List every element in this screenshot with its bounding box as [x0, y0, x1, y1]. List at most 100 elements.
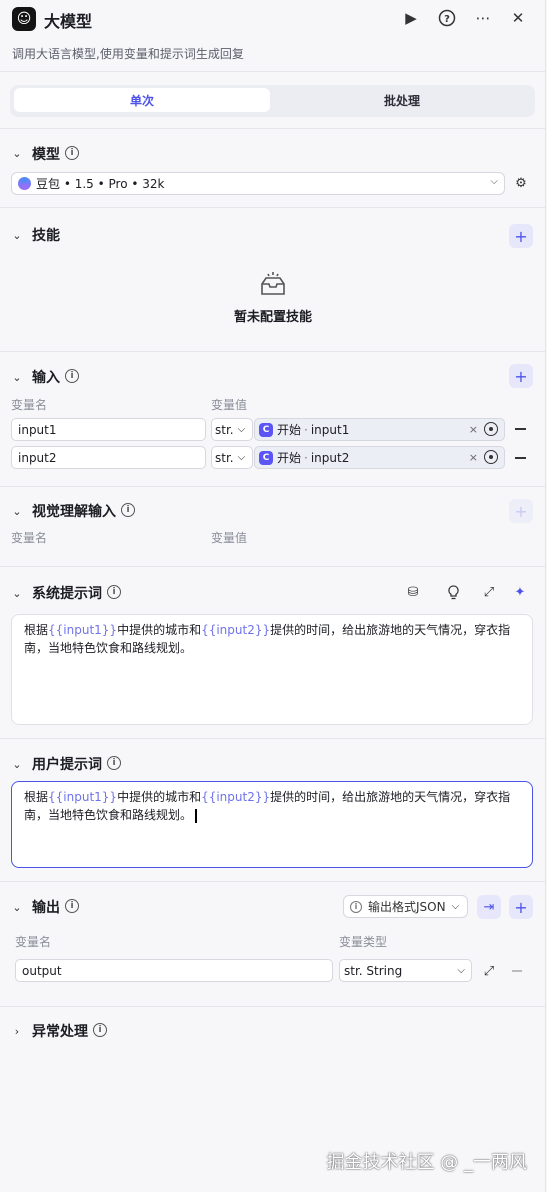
output-format-select[interactable]: i 输出格式JSON ⌵ [343, 895, 468, 918]
input-reference[interactable]: C 开始 · input1 × [254, 418, 505, 441]
input-name-field[interactable]: input2 [11, 446, 206, 469]
help-icon[interactable]: ? [437, 8, 457, 28]
node-title: 大模型 [44, 12, 93, 31]
expand-icon[interactable]: ⤢ [480, 962, 498, 980]
system-prompt-editor[interactable]: 根据{{input1}}中提供的城市和{{input2}}提供的时间，给出旅游地… [11, 614, 533, 725]
tab-single[interactable]: 单次 [14, 88, 270, 112]
info-icon[interactable]: i [65, 899, 79, 913]
ref-separator: · [304, 450, 308, 465]
lightbulb-icon[interactable] [444, 583, 462, 601]
target-icon[interactable] [484, 422, 498, 436]
input-section-title: 输入 [32, 370, 60, 386]
clear-icon[interactable]: × [469, 451, 478, 464]
doubao-logo-icon [18, 177, 31, 190]
start-node-icon: C [259, 422, 273, 437]
svg-text:?: ? [444, 14, 450, 25]
divider [0, 566, 546, 567]
vision-section-title: 视觉理解输入 [32, 504, 116, 520]
chevron-down-icon[interactable]: ⌄ [10, 370, 24, 384]
gear-icon[interactable]: ⚙ [512, 174, 530, 192]
output-type-value: str. String [344, 963, 403, 978]
ref-var-name: input2 [310, 450, 350, 465]
prompt-text: 中提供的城市和 [117, 790, 202, 804]
add-skill-button[interactable]: + [509, 224, 533, 248]
user-prompt-title: 用户提示词 [32, 757, 102, 773]
info-icon[interactable]: i [93, 1023, 107, 1037]
chevron-down-icon[interactable]: ⌄ [10, 228, 24, 242]
divider [0, 881, 546, 882]
input-reference[interactable]: C 开始 · input2 × [254, 446, 505, 469]
output-type-select[interactable]: str. String ⌵ [339, 959, 472, 982]
info-icon: i [350, 900, 362, 913]
chevron-down-icon: ⌵ [451, 901, 460, 912]
input-type-select[interactable]: str. ⌵ [211, 418, 253, 441]
divider [0, 207, 546, 208]
output-name-field[interactable]: output [15, 959, 333, 982]
chevron-down-icon[interactable]: ⌄ [10, 146, 24, 160]
mode-tabs: 单次 批处理 [10, 85, 535, 117]
empty-box-icon [258, 270, 288, 298]
info-icon[interactable]: i [107, 756, 121, 770]
chevron-down-icon: ⌵ [237, 424, 246, 435]
info-icon[interactable]: i [107, 585, 121, 599]
divider [0, 486, 546, 487]
prompt-variable: {{input2}} [201, 790, 271, 804]
chevron-right-icon[interactable]: › [10, 1024, 24, 1038]
input-name-field[interactable]: input1 [11, 418, 206, 441]
divider [0, 1006, 546, 1007]
add-output-button[interactable]: + [509, 895, 533, 919]
ref-var-name: input1 [310, 422, 350, 437]
chevron-down-icon: ⌵ [490, 176, 498, 187]
input-col-name: 变量名 [11, 398, 48, 412]
model-select-value: 豆包 • 1.5 • Pro • 32k [36, 177, 165, 191]
run-icon[interactable]: ▶ [401, 8, 421, 28]
output-col-type: 变量类型 [339, 935, 388, 949]
input-type-value: str. [215, 450, 234, 465]
divider [0, 351, 546, 352]
exception-section-title: 异常处理 [32, 1024, 88, 1040]
info-icon[interactable]: i [65, 146, 79, 160]
info-icon[interactable]: i [65, 369, 79, 383]
ai-optimize-icon[interactable]: ✦ [511, 583, 529, 601]
divider [0, 128, 546, 129]
chevron-down-icon[interactable]: ⌄ [10, 757, 24, 771]
remove-row-icon[interactable] [515, 457, 526, 459]
chevron-down-icon[interactable]: ⌄ [10, 586, 24, 600]
prompt-variable: {{input1}} [48, 623, 118, 637]
chevron-down-icon: ⌵ [237, 452, 246, 463]
divider [0, 71, 546, 72]
chevron-down-icon[interactable]: ⌄ [10, 900, 24, 914]
prompt-text: 中提供的城市和 [117, 623, 202, 637]
import-icon[interactable]: ⇥ [477, 895, 501, 919]
input-type-value: str. [215, 422, 234, 437]
watermark: 掘金技术社区 @ _一两风 [326, 1152, 527, 1173]
more-icon[interactable]: ⋯ [473, 8, 493, 28]
skills-section-title: 技能 [32, 228, 60, 244]
expand-icon[interactable]: ⤢ [480, 583, 498, 601]
output-col-name: 变量名 [15, 935, 52, 949]
output-format-label: 输出格式JSON [368, 900, 446, 914]
tab-batch[interactable]: 批处理 [274, 88, 530, 112]
close-icon[interactable]: ✕ [508, 8, 528, 28]
add-input-button[interactable]: + [509, 364, 533, 388]
node-logo-icon: ☺ [12, 7, 36, 31]
ref-node-name: 开始 [277, 451, 302, 465]
divider [0, 738, 546, 739]
prompt-library-icon[interactable]: ⛁ [404, 583, 422, 601]
user-prompt-editor[interactable]: 根据{{input1}}中提供的城市和{{input2}}提供的时间，给出旅游地… [11, 781, 533, 868]
text-cursor [195, 808, 198, 823]
skills-empty-text: 暂未配置技能 [233, 310, 312, 325]
clear-icon[interactable]: × [469, 423, 478, 436]
model-select[interactable]: 豆包 • 1.5 • Pro • 32k ⌵ [11, 172, 505, 195]
model-section-title: 模型 [32, 147, 60, 163]
chevron-down-icon[interactable]: ⌄ [10, 504, 24, 518]
target-icon[interactable] [484, 450, 498, 464]
prompt-variable: {{input1}} [48, 790, 118, 804]
ref-node-name: 开始 [277, 423, 302, 437]
info-icon[interactable]: i [121, 503, 135, 517]
chevron-down-icon: ⌵ [457, 965, 465, 976]
remove-row-icon[interactable] [515, 428, 526, 430]
input-type-select[interactable]: str. ⌵ [211, 446, 253, 469]
remove-row-icon[interactable] [512, 970, 522, 972]
add-vision-input-button[interactable]: + [509, 499, 533, 523]
